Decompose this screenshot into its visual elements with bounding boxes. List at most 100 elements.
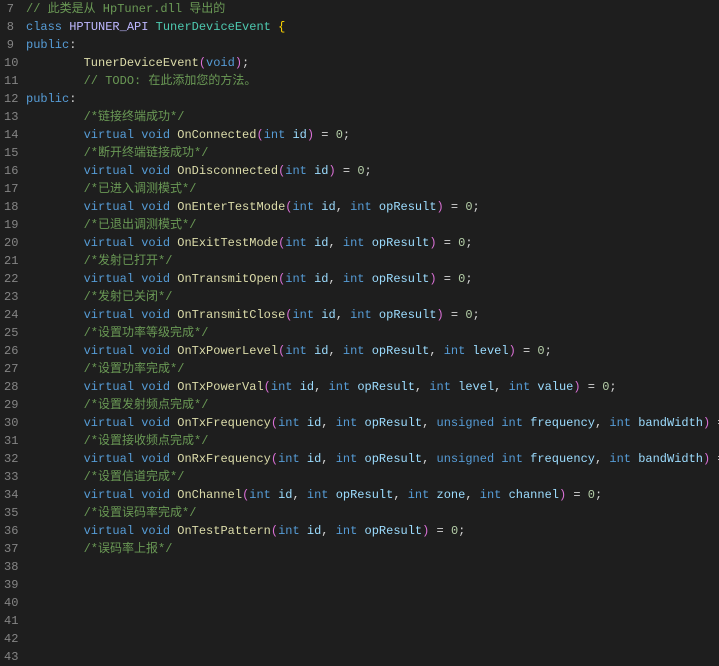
code-line[interactable]: class HPTUNER_API TunerDeviceEvent { (26, 18, 719, 36)
code-line[interactable]: virtual void OnChannel(int id, int opRes… (26, 486, 719, 504)
line-number: 22 (4, 270, 14, 288)
code-line[interactable]: /*断开终端链接成功*/ (26, 144, 719, 162)
line-number: 43 (4, 648, 14, 666)
code-line[interactable]: /*误码率上报*/ (26, 540, 719, 555)
token-macro: HPTUNER_API (69, 20, 148, 34)
code-line[interactable]: virtual void OnTxFrequency(int id, int o… (26, 414, 719, 432)
line-number: 19 (4, 216, 14, 234)
token-cmt: /*设置信道完成*/ (84, 470, 185, 484)
token-fn: OnChannel (177, 488, 242, 502)
code-line[interactable]: virtual void OnExitTestMode(int id, int … (26, 234, 719, 252)
token-punct: , (329, 272, 343, 286)
token-kw: int (444, 344, 466, 358)
code-line[interactable]: virtual void OnTxPowerVal(int id, int op… (26, 378, 719, 396)
token-kw: int (249, 488, 271, 502)
line-number: 12 (4, 90, 14, 108)
token-op (307, 164, 314, 178)
line-number: 39 (4, 576, 14, 594)
code-line[interactable]: virtual void OnTransmitClose(int id, int… (26, 306, 719, 324)
code-line[interactable]: /*设置误码率完成*/ (26, 504, 719, 522)
line-number: 38 (4, 558, 14, 576)
line-number: 18 (4, 198, 14, 216)
token-op: = (429, 524, 451, 538)
token-param: opResult (379, 308, 437, 322)
code-line[interactable]: public: (26, 90, 719, 108)
line-number: 28 (4, 378, 14, 396)
line-number: 24 (4, 306, 14, 324)
code-line[interactable]: virtual void OnTestPattern(int id, int o… (26, 522, 719, 540)
token-brace2: ) (329, 164, 336, 178)
code-line[interactable]: /*发射已打开*/ (26, 252, 719, 270)
token-brace2: ( (271, 524, 278, 538)
token-param: id (321, 308, 335, 322)
token-op (329, 488, 336, 502)
line-number: 11 (4, 72, 14, 90)
token-kw: int (264, 128, 286, 142)
token-op (300, 524, 307, 538)
token-kw: void (141, 380, 170, 394)
token-op: = (437, 236, 459, 250)
token-fn: OnTxPowerVal (177, 380, 263, 394)
token-op (365, 236, 372, 250)
token-punct: ; (242, 56, 249, 70)
token-punct: , (321, 524, 335, 538)
token-fn: OnTxFrequency (177, 416, 271, 430)
line-number: 35 (4, 504, 14, 522)
token-punct: , (422, 452, 436, 466)
token-brace2: ) (437, 308, 444, 322)
code-line[interactable]: virtual void OnDisconnected(int id) = 0; (26, 162, 719, 180)
token-param: id (321, 200, 335, 214)
code-line[interactable]: /*设置信道完成*/ (26, 468, 719, 486)
token-kw: public (26, 38, 69, 52)
token-fn: OnTxPowerLevel (177, 344, 278, 358)
token-param: opResult (372, 344, 430, 358)
token-op (148, 20, 155, 34)
token-cmt: /*设置功率等级完成*/ (84, 326, 209, 340)
code-line[interactable]: /*已进入调测模式*/ (26, 180, 719, 198)
token-param: bandWidth (638, 416, 703, 430)
token-punct: , (429, 344, 443, 358)
line-number: 14 (4, 126, 14, 144)
code-line[interactable]: /*链接终端成功*/ (26, 108, 719, 126)
token-kw: void (206, 56, 235, 70)
code-editor[interactable]: 7891011121314151617181920212223242526272… (0, 0, 719, 555)
code-line[interactable]: /*设置发射频点完成*/ (26, 396, 719, 414)
code-line[interactable]: virtual void OnConnected(int id) = 0; (26, 126, 719, 144)
token-param: opResult (365, 452, 423, 466)
token-param: id (278, 488, 292, 502)
token-brace2: ( (199, 56, 206, 70)
code-line[interactable]: virtual void OnEnterTestMode(int id, int… (26, 198, 719, 216)
token-punct: , (321, 416, 335, 430)
token-kw: void (141, 200, 170, 214)
token-kw: void (141, 524, 170, 538)
token-kw: int (336, 524, 358, 538)
code-line[interactable]: /*发射已关闭*/ (26, 288, 719, 306)
token-param: opResult (365, 524, 423, 538)
token-punct: , (393, 488, 407, 502)
code-line[interactable]: TunerDeviceEvent(void); (26, 54, 719, 72)
token-op: = (437, 272, 459, 286)
token-kw: int (278, 524, 300, 538)
code-line[interactable]: // TODO: 在此添加您的方法。 (26, 72, 719, 90)
token-cmt: /*断开终端链接成功*/ (84, 146, 209, 160)
token-fn: OnDisconnected (177, 164, 278, 178)
token-punct: , (321, 452, 335, 466)
code-area[interactable]: // 此类是从 HpTuner.dll 导出的class HPTUNER_API… (22, 0, 719, 555)
line-number: 42 (4, 630, 14, 648)
code-line[interactable]: public: (26, 36, 719, 54)
token-op: = (336, 164, 358, 178)
code-line[interactable]: /*设置功率等级完成*/ (26, 324, 719, 342)
line-number: 36 (4, 522, 14, 540)
token-kw: void (141, 272, 170, 286)
code-line[interactable]: // 此类是从 HpTuner.dll 导出的 (26, 0, 719, 18)
code-line[interactable]: virtual void OnRxFrequency(int id, int o… (26, 450, 719, 468)
code-line[interactable]: /*已退出调测模式*/ (26, 216, 719, 234)
token-op (307, 344, 314, 358)
token-op (300, 416, 307, 430)
code-line[interactable]: /*设置接收频点完成*/ (26, 432, 719, 450)
code-line[interactable]: virtual void OnTransmitOpen(int id, int … (26, 270, 719, 288)
token-kw: public (26, 92, 69, 106)
code-line[interactable]: /*设置功率完成*/ (26, 360, 719, 378)
code-line[interactable]: virtual void OnTxPowerLevel(int id, int … (26, 342, 719, 360)
token-kw: int (336, 452, 358, 466)
